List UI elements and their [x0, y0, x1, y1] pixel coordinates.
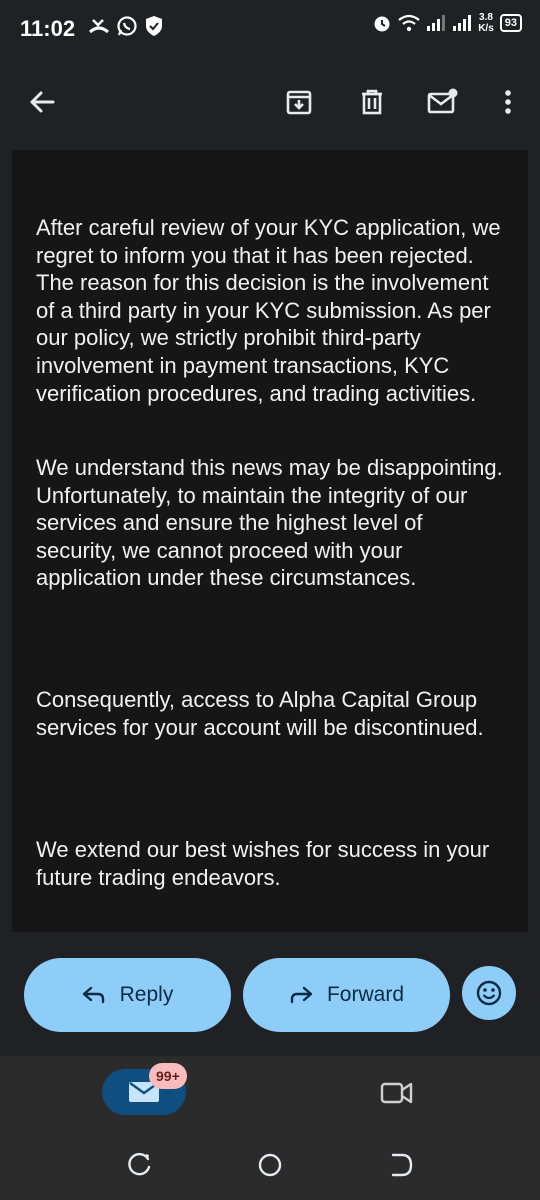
shield-icon — [146, 16, 162, 36]
message-paragraph: We understand this news may be disappoin… — [36, 455, 503, 591]
message-toolbar — [0, 56, 540, 148]
status-time: 11:02 — [20, 16, 76, 41]
status-system-icons: 3.8 K/s 93 — [372, 12, 522, 34]
network-speed: 3.8 K/s — [478, 12, 494, 34]
message-paragraph: We extend our best wishes for success in… — [36, 837, 490, 890]
reply-button[interactable]: Reply — [24, 958, 231, 1032]
video-camera-icon — [380, 1082, 413, 1104]
more-vertical-icon[interactable] — [490, 84, 526, 120]
recents-icon[interactable] — [124, 1150, 154, 1180]
signal-icon-2 — [453, 15, 472, 31]
forward-button[interactable]: Forward — [243, 958, 450, 1032]
mail-unread-icon[interactable] — [424, 84, 460, 120]
meet-tab[interactable] — [380, 1079, 414, 1107]
alarm-icon — [374, 16, 390, 32]
battery-indicator: 93 — [499, 14, 522, 32]
wifi-icon — [398, 14, 420, 32]
trash-icon[interactable] — [354, 84, 390, 120]
message-paragraph: After careful review of your KYC applica… — [36, 215, 501, 406]
reply-label: Reply — [119, 983, 174, 1006]
network-speed-value: 3.8 — [479, 12, 493, 23]
message-body: After careful review of your KYC applica… — [12, 150, 528, 932]
arrow-left-icon[interactable] — [24, 84, 60, 120]
status-notification-icons — [88, 15, 164, 37]
forward-icon — [290, 986, 313, 1004]
forward-label: Forward — [326, 983, 405, 1006]
emoji-smile-icon — [476, 980, 502, 1006]
reply-icon — [82, 986, 104, 1004]
message-paragraph: Consequently, access to Alpha Capital Gr… — [36, 687, 484, 740]
whatsapp-icon — [117, 16, 137, 36]
archive-icon[interactable] — [281, 84, 317, 120]
network-speed-unit: K/s — [478, 23, 494, 34]
home-icon[interactable] — [255, 1150, 285, 1180]
app-bottom-nav — [0, 1056, 540, 1130]
mail-badge: 99+ — [149, 1063, 187, 1089]
signal-icon-1 — [427, 15, 446, 31]
back-nav-icon[interactable] — [386, 1150, 416, 1180]
missed-call-icon — [89, 19, 109, 34]
status-bar: 11:02 3.8 K/s 93 — [0, 0, 540, 56]
emoji-reaction-button[interactable] — [462, 966, 516, 1020]
